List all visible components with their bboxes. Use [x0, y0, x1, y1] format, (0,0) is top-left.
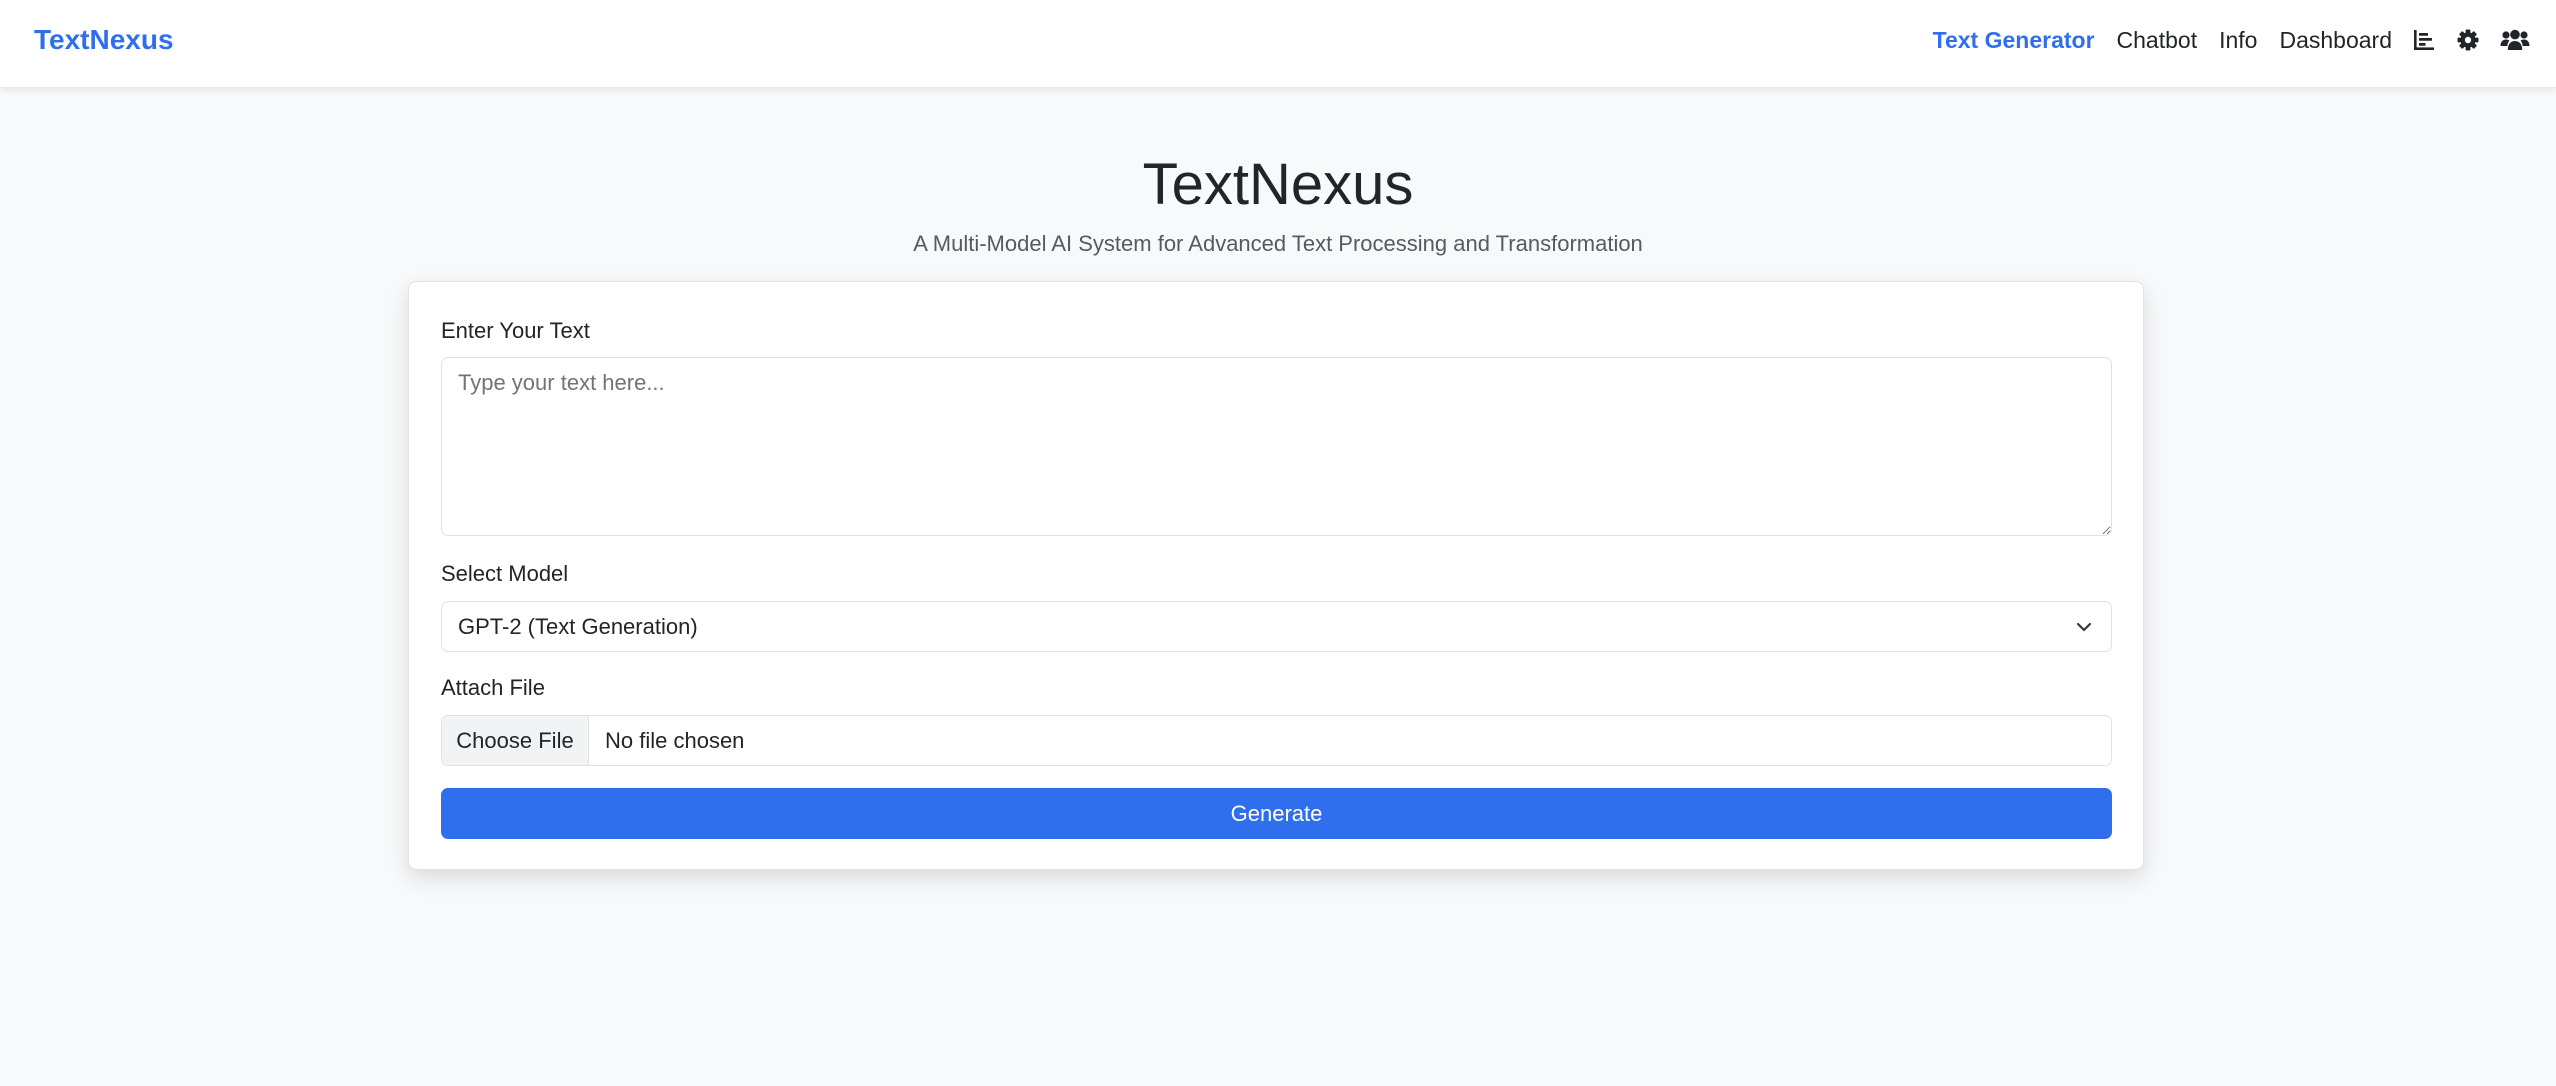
- chart-bar-icon[interactable]: [2412, 28, 2436, 52]
- file-input[interactable]: Choose File No file chosen: [441, 715, 2112, 766]
- generator-form-card: Enter Your Text Select Model GPT-2 (Text…: [408, 281, 2144, 870]
- model-select[interactable]: GPT-2 (Text Generation): [441, 601, 2112, 652]
- page-subtitle: A Multi-Model AI System for Advanced Tex…: [913, 231, 1643, 256]
- gear-icon[interactable]: [2456, 28, 2480, 52]
- page-title: TextNexus: [1142, 152, 1414, 217]
- nav-link-text-generator[interactable]: Text Generator: [1933, 22, 2095, 58]
- text-input[interactable]: [441, 357, 2112, 536]
- choose-file-button[interactable]: Choose File: [442, 716, 589, 765]
- nav-links: Text Generator Chatbot Info Dashboard: [1933, 22, 2530, 58]
- model-select-value: GPT-2 (Text Generation): [458, 614, 698, 639]
- top-navbar: TextNexus Text Generator Chatbot Info Da…: [0, 0, 2556, 88]
- generate-button[interactable]: Generate: [441, 788, 2112, 839]
- chevron-down-icon: [2076, 622, 2092, 632]
- file-status-text: No file chosen: [605, 728, 745, 753]
- model-select-label: Select Model: [441, 561, 569, 586]
- brand-logo-link[interactable]: TextNexus: [34, 23, 174, 57]
- nav-link-dashboard[interactable]: Dashboard: [2279, 22, 2392, 58]
- text-input-label: Enter Your Text: [441, 318, 590, 343]
- nav-link-chatbot[interactable]: Chatbot: [2117, 22, 2198, 58]
- users-icon[interactable]: [2500, 28, 2530, 52]
- nav-link-info[interactable]: Info: [2219, 22, 2257, 58]
- file-input-label: Attach File: [441, 675, 545, 700]
